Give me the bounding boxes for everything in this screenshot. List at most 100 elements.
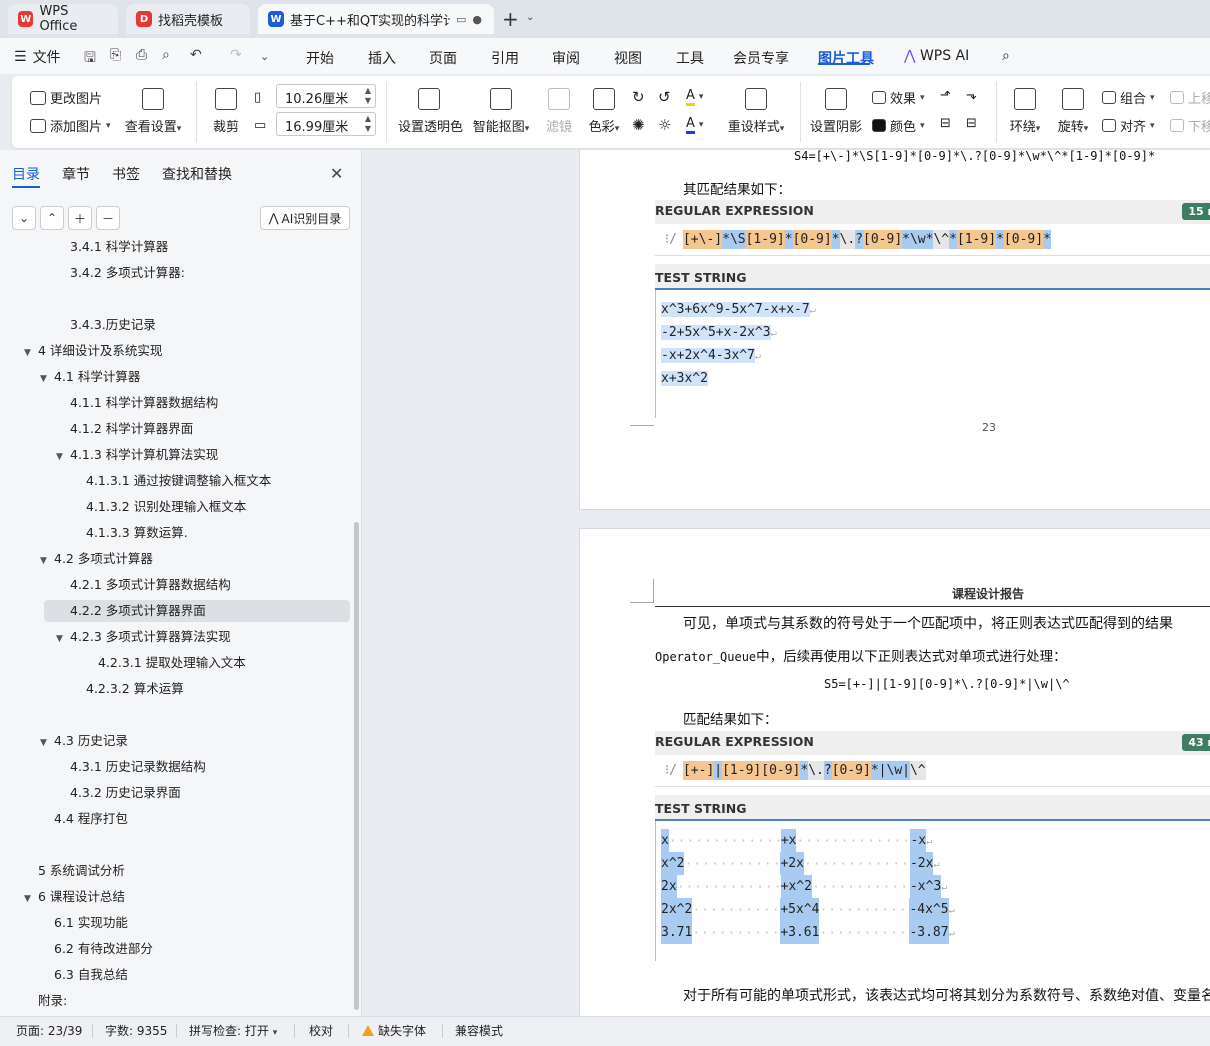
file-menu[interactable]: ☰ 文件 [14,47,61,67]
menu-tools[interactable]: 工具 [676,48,704,68]
expand-triangle-icon[interactable]: ▼ [24,342,38,364]
toc-item[interactable]: 6.1 实现功能 [54,912,128,934]
tab-wps-office[interactable]: W WPS Office [8,4,118,34]
fill-color-button[interactable]: 颜色 ▾ [872,116,925,135]
toc-item[interactable]: 4.1.3.3 算数运算. [86,522,188,544]
height-input[interactable]: 16.99厘米 ▲ ▼ [276,112,376,136]
print-icon[interactable]: ⎙ [136,47,147,63]
tab-bookmarks[interactable]: 书签 [112,164,140,184]
move-up-button[interactable]: 上移 [1170,88,1210,107]
toc-item[interactable]: ▼ 4.2 多项式计算器 [40,548,153,570]
toc-item[interactable]: 4.1.1 科学计算器数据结构 [70,392,218,414]
align-button[interactable]: 对齐 ▾ [1102,116,1155,135]
crop-button[interactable]: 裁剪 [210,88,242,135]
toc-item[interactable]: ▼ 4.1.3 科学计算机算法实现 [56,444,218,466]
add-image-button[interactable]: 添加图片 ▾ [30,116,111,135]
toc-item[interactable]: 6.3 自我总结 [54,964,128,986]
move-down-button[interactable]: 下移 [1170,116,1210,135]
menu-insert[interactable]: 插入 [368,48,396,68]
toc-item[interactable]: 4.2.3.1 提取处理输入文本 [98,652,246,674]
toc-item[interactable]: 附录: [38,990,67,1012]
menu-home[interactable]: 开始 [306,48,334,68]
spin-arrows-icon[interactable]: ▲ ▼ [365,86,371,106]
tab-find-replace[interactable]: 查找和替换 [162,164,232,184]
tab-template[interactable]: D 找稻壳模板 [126,4,250,34]
undo-icon[interactable]: ↶ [190,47,202,63]
tab-toc[interactable]: 目录 [12,164,40,184]
toc-item[interactable]: 4.4 程序打包 [54,808,128,830]
tab-chapters[interactable]: 章节 [62,164,90,184]
toc-item[interactable]: ▼ 4.3 历史记录 [40,730,128,752]
menu-member[interactable]: 会员专享 [733,48,789,68]
collapse-button[interactable]: ⌄ [12,206,36,230]
rotate-right-icon[interactable]: ↺ [658,88,671,106]
search-icon[interactable]: ⌕ [1002,48,1010,64]
proofread-button[interactable]: 校对 [309,1022,333,1039]
toc-item[interactable]: ▼ 4.2.3 多项式计算器算法实现 [56,626,231,648]
chevron-down-icon[interactable]: ⌄ [260,50,269,63]
line-color-button[interactable]: A ▾ [686,116,703,134]
expand-triangle-icon[interactable]: ▼ [24,888,38,910]
rotate-left-icon[interactable]: ↻ [632,88,645,106]
toc-item[interactable]: 4.3.1 历史记录数据结构 [70,756,206,778]
toc-item[interactable]: 4.1.2 科学计算器界面 [70,418,193,440]
toc-item[interactable]: 6.2 有待改进部分 [54,938,153,960]
remove-heading-button[interactable]: － [96,206,120,230]
toc-item[interactable]: 4.1.3.1 通过按键调整输入框文本 [86,470,271,492]
view-settings-button[interactable]: 查看设置▾ [122,88,184,135]
expand-button[interactable]: ⌃ [40,206,64,230]
spell-check-toggle[interactable]: 拼写检查: 打开 ▾ [189,1022,277,1039]
menu-wps-ai[interactable]: ⋀ WPS AI [904,48,969,64]
menu-reference[interactable]: 引用 [491,48,519,68]
wrap-button[interactable]: 环绕▾ [1006,88,1044,135]
highlight-color-button[interactable]: A ▾ [686,88,703,106]
toc-item[interactable]: 4.3.2 历史记录界面 [70,782,181,804]
toc-item[interactable]: 3.4.3.历史记录 [70,314,156,336]
expand-triangle-icon[interactable]: ▼ [40,732,54,754]
toc-item[interactable]: ▼ 4.1 科学计算器 [40,366,140,388]
regex-screenshot-2[interactable]: REGULAR EXPRESSION 43 m ⁝/ [+-]|[1-9][0-… [655,731,1210,961]
contrast-icon[interactable]: ☼ [658,116,671,134]
smart-cutout-button[interactable]: 智能抠图▾ [470,88,532,135]
toc-item[interactable]: 4.2.3.2 算术运算 [86,678,184,700]
reset-style-button[interactable]: 重设样式▾ [724,88,788,135]
expand-triangle-icon[interactable]: ▼ [56,628,70,650]
export-icon[interactable]: ⎘ [110,47,121,63]
border-bottom-icon[interactable]: ⊟ [966,116,977,131]
send-backward-icon[interactable]: ⬎ [966,88,977,103]
brightness-icon[interactable]: ✺ [632,116,645,134]
change-image-button[interactable]: 更改图片 [30,88,102,107]
redo-icon[interactable]: ↷ [230,47,242,63]
menu-picture-tools[interactable]: 图片工具 [818,48,874,68]
regex-screenshot-1[interactable]: REGULAR EXPRESSION 15 m ⁝/ [+\-]*\S[1-9]… [655,200,1210,418]
toc-item[interactable]: 4.2.2 多项式计算器界面 [44,600,350,622]
panel-scrollbar[interactable] [354,522,359,1010]
filter-button[interactable]: 滤镜 [544,88,574,135]
menu-page[interactable]: 页面 [429,48,457,68]
spin-arrows-icon[interactable]: ▲ ▼ [365,114,371,134]
chevron-down-icon[interactable]: ⌄ [526,12,534,23]
new-tab-button[interactable]: + [502,8,519,30]
save-icon[interactable]: 🖫 [84,47,96,71]
close-icon[interactable]: ✕ [330,164,343,183]
toc-item[interactable]: 3.4.2 多项式计算器: [70,262,185,284]
color-button[interactable]: 色彩▾ [586,88,622,135]
toc-item[interactable]: ▼ 4 详细设计及系统实现 [24,340,162,362]
toc-item[interactable]: ▼ 6 课程设计总结 [24,886,125,908]
toc-item[interactable]: 4.1.3.2 识别处理输入框文本 [86,496,246,518]
toc-item[interactable]: 5 系统调试分析 [38,860,125,882]
border-top-icon[interactable]: ⊟ [940,116,951,131]
toc-item[interactable]: 3.4.1 科学计算器 [70,238,168,258]
expand-triangle-icon[interactable]: ▼ [40,368,54,390]
monitor-icon[interactable]: ▭ [456,13,466,26]
bring-forward-icon[interactable]: ⬏ [940,88,951,103]
close-dot-icon[interactable]: ● [472,13,482,26]
set-transparent-button[interactable]: 设置透明色 [398,88,463,135]
word-count[interactable]: 字数: 9355 [105,1022,167,1039]
ai-toc-button[interactable]: ⋀ AI识别目录 [260,206,350,230]
add-heading-button[interactable]: ＋ [68,206,92,230]
page-indicator[interactable]: 页面: 23/39 [16,1022,82,1039]
missing-font-button[interactable]: 缺失字体 [362,1022,426,1039]
tab-document[interactable]: W 基于C++和QT实现的科学计算 ▭ ● [258,4,494,34]
group-button[interactable]: 组合 ▾ [1102,88,1155,107]
